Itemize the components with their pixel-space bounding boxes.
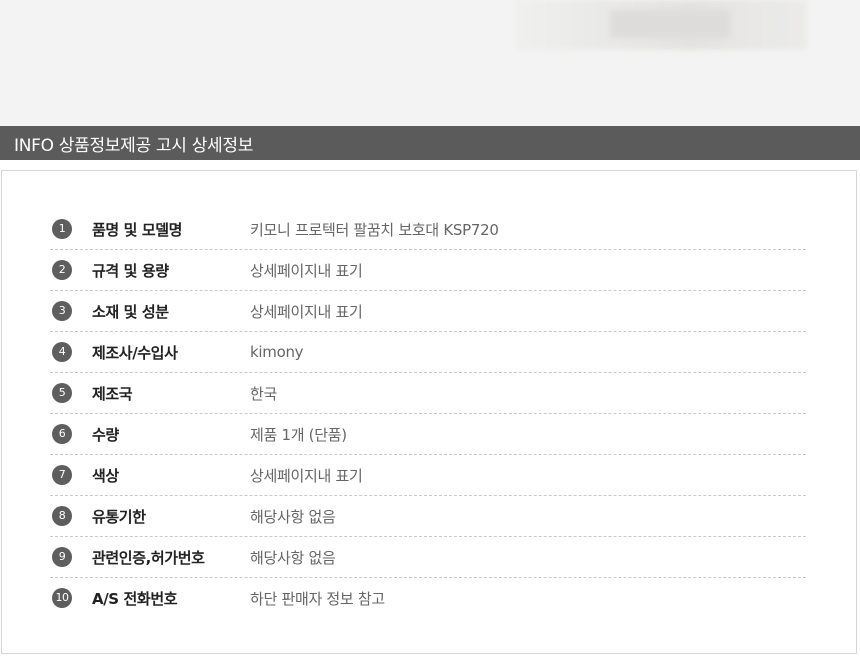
row-value: 한국 (250, 384, 278, 403)
number-badge: 4 (52, 342, 72, 362)
number-badge: 3 (52, 301, 72, 321)
info-row-as-phone: 10 A/S 전화번호 하단 판매자 정보 참고 (50, 578, 806, 618)
row-value: 키모니 프로텍터 팔꿈치 보호대 KSP720 (250, 220, 499, 239)
product-info-list: 1 품명 및 모델명 키모니 프로텍터 팔꿈치 보호대 KSP720 2 규격 … (50, 209, 806, 618)
number-badge: 5 (52, 383, 72, 403)
info-row-expiry: 8 유통기한 해당사항 없음 (50, 496, 806, 537)
info-row-size: 2 규격 및 용량 상세페이지내 표기 (50, 250, 806, 291)
row-value: 하단 판매자 정보 참고 (250, 589, 385, 608)
row-value: 상세페이지내 표기 (250, 302, 363, 321)
row-value: 상세페이지내 표기 (250, 466, 363, 485)
row-label: 규격 및 용량 (92, 261, 169, 280)
row-label: 제조국 (92, 384, 133, 403)
info-row-color: 7 색상 상세페이지내 표기 (50, 455, 806, 496)
product-image-area (0, 0, 860, 126)
info-row-country: 5 제조국 한국 (50, 373, 806, 414)
number-badge: 10 (52, 588, 72, 608)
row-label: 제조사/수입사 (92, 343, 178, 362)
product-photo-shadow (610, 10, 730, 38)
info-header-bar: INFO 상품정보제공 고시 상세정보 (0, 126, 860, 160)
row-value: 해당사항 없음 (250, 548, 336, 567)
number-badge: 2 (52, 260, 72, 280)
row-value: 상세페이지내 표기 (250, 261, 363, 280)
number-badge: 6 (52, 424, 72, 444)
row-label: 수량 (92, 425, 119, 444)
info-row-certification: 9 관련인증,허가번호 해당사항 없음 (50, 537, 806, 578)
row-label: 색상 (92, 466, 119, 485)
number-badge: 1 (52, 219, 72, 239)
row-label: A/S 전화번호 (92, 589, 178, 608)
info-row-quantity: 6 수량 제품 1개 (단품) (50, 414, 806, 455)
number-badge: 8 (52, 506, 72, 526)
product-info-box: 1 품명 및 모델명 키모니 프로텍터 팔꿈치 보호대 KSP720 2 규격 … (1, 170, 857, 654)
row-value: kimony (250, 343, 304, 361)
number-badge: 9 (52, 547, 72, 567)
row-label: 소재 및 성분 (92, 302, 169, 321)
row-label: 품명 및 모델명 (92, 220, 183, 239)
row-value: 해당사항 없음 (250, 507, 336, 526)
info-row-manufacturer: 4 제조사/수입사 kimony (50, 332, 806, 373)
info-header-title: INFO 상품정보제공 고시 상세정보 (14, 135, 254, 156)
info-row-product-name: 1 품명 및 모델명 키모니 프로텍터 팔꿈치 보호대 KSP720 (50, 209, 806, 250)
row-value: 제품 1개 (단품) (250, 425, 347, 444)
row-label: 관련인증,허가번호 (92, 548, 205, 567)
row-label: 유통기한 (92, 507, 146, 526)
info-row-material: 3 소재 및 성분 상세페이지내 표기 (50, 291, 806, 332)
number-badge: 7 (52, 465, 72, 485)
